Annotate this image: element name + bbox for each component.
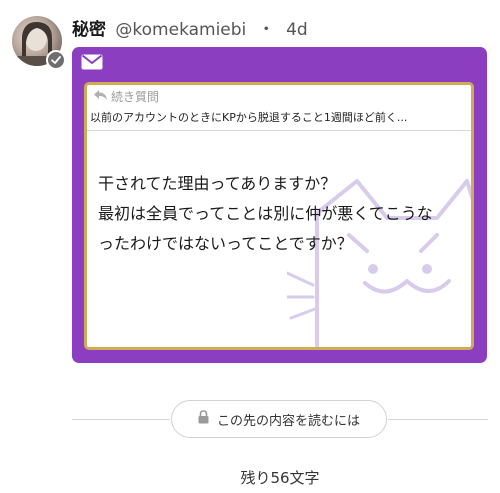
divider-right <box>388 419 488 420</box>
previous-question-text: 以前のアカウントのときにKPから脱退すること1週間ほど前く... <box>90 111 408 124</box>
question-line: 干されてた理由ってありますか？ <box>98 174 337 193</box>
question-line: 最初は全員でってことは別に仲が悪くてこうな <box>98 204 433 223</box>
question-frame: 続き質問 以前のアカウントのときにKPから脱退すること1週間ほど前く... 干さ… <box>84 82 474 350</box>
reply-arrow-icon <box>93 89 108 104</box>
author-handle[interactable]: @komekamiebi <box>115 20 246 40</box>
read-more-button[interactable]: この先の内容を読むには <box>171 400 387 438</box>
question-text: 干されてた理由ってありますか？ 最初は全員でってことは別に仲が悪くてこうな った… <box>98 169 458 259</box>
previous-question-block[interactable]: 続き質問 以前のアカウントのときにKPから脱退すること1週間ほど前く... <box>87 85 471 131</box>
divider-left <box>72 419 170 420</box>
author-avatar-group[interactable] <box>12 16 66 70</box>
separator-dot: ・ <box>257 20 275 40</box>
continued-label-text: 続き質問 <box>111 90 160 104</box>
verified-badge-icon <box>46 50 66 70</box>
question-line: ったわけではないってことですか？ <box>98 234 353 253</box>
remaining-characters: 残り56文字 <box>240 469 320 487</box>
post-header: 秘密 @komekamiebi ・ 4d <box>72 19 308 41</box>
read-more-label: この先の内容を読むには <box>216 413 360 429</box>
post-time[interactable]: 4d <box>286 20 308 40</box>
mail-icon <box>81 54 103 74</box>
continued-question-label: 続き質問 <box>93 88 159 105</box>
author-name[interactable]: 秘密 <box>72 20 106 40</box>
lock-icon <box>198 410 209 428</box>
question-card[interactable]: 続き質問 以前のアカウントのときにKPから脱退すること1週間ほど前く... 干さ… <box>72 47 487 363</box>
